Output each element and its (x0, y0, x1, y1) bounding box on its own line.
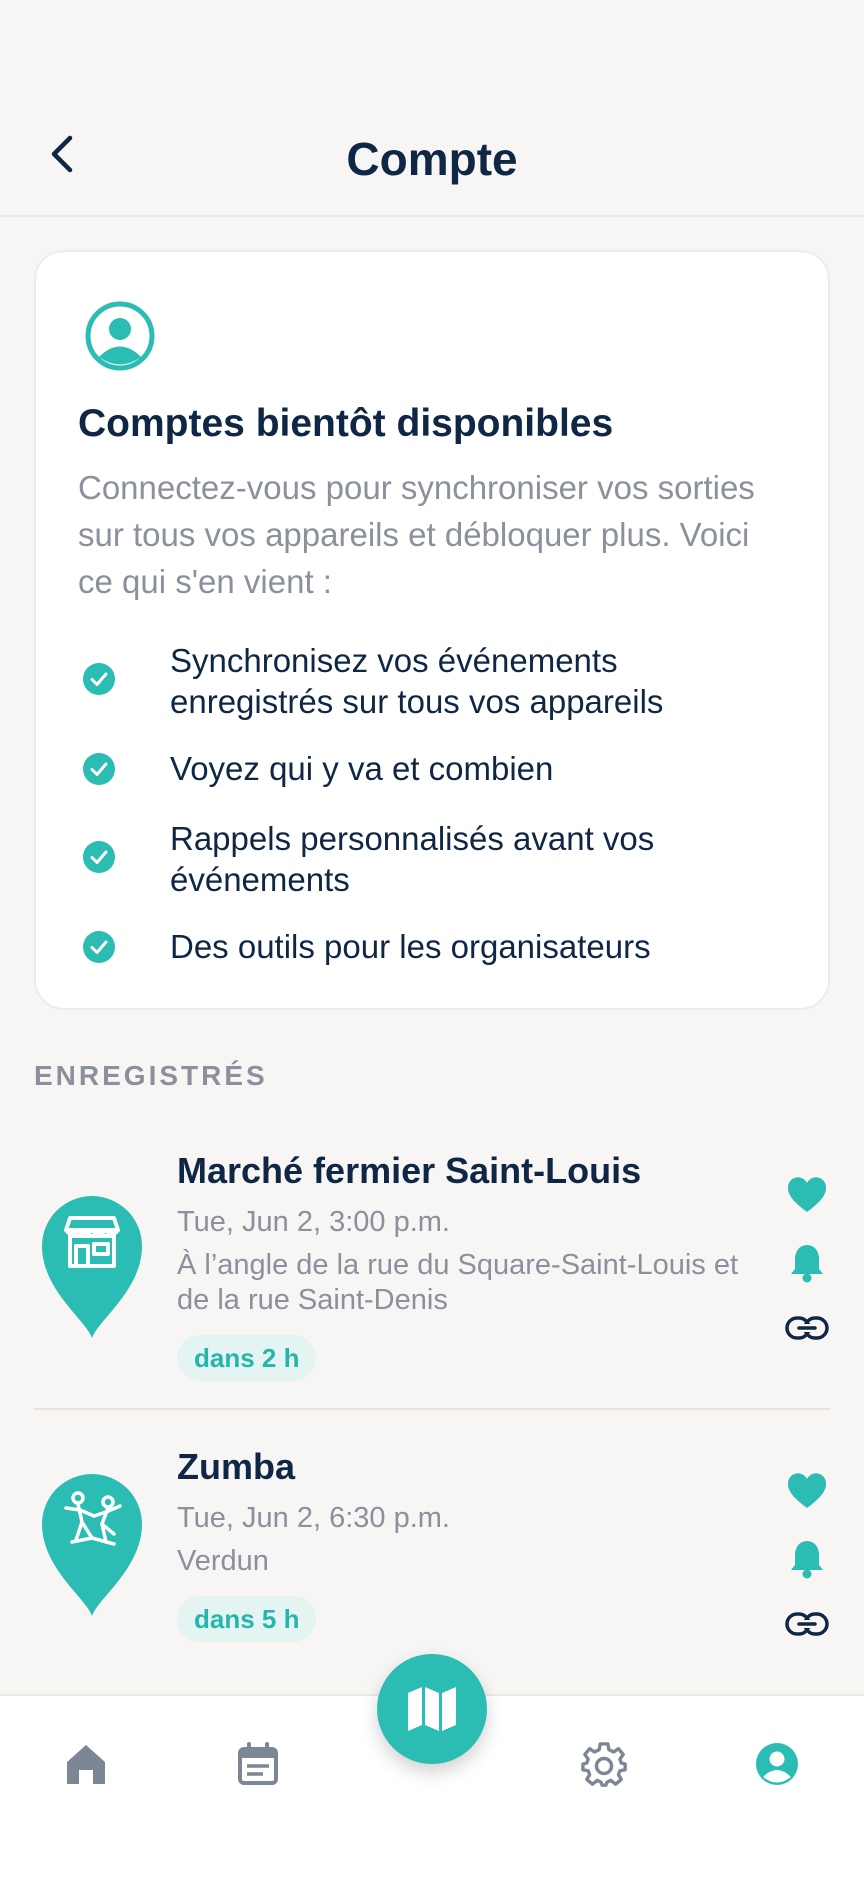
settings-icon (581, 1742, 627, 1787)
event-title: Marché fermier Saint-Louis (177, 1150, 642, 1191)
feature-text: Synchronisez vos événements enregistrés … (170, 642, 664, 720)
heart-icon (787, 1473, 827, 1508)
account-circle-icon (85, 301, 155, 371)
nav-settings[interactable] (574, 1734, 634, 1794)
event-date: Tue, Jun 2, 3:00 p.m. (177, 1206, 450, 1238)
saved-section-label: ENREGISTRÉS (34, 1060, 268, 1091)
saved-event-item[interactable]: Zumba Tue, Jun 2, 6:30 p.m. Verdun dans … (0, 1436, 864, 1666)
link-icon (785, 1316, 829, 1340)
event-date: Tue, Jun 2, 6:30 p.m. (177, 1502, 450, 1534)
nav-home[interactable] (56, 1734, 116, 1794)
top-app-bar: Compte (0, 100, 864, 217)
event-location: Verdun (177, 1545, 269, 1577)
calendar-icon (238, 1742, 278, 1785)
accounts-coming-soon-card: Comptes bientôt disponibles Connectez-vo… (34, 250, 830, 1010)
map-icon (408, 1687, 456, 1731)
heart-icon (787, 1177, 827, 1212)
card-title: Comptes bientôt disponibles (78, 402, 614, 445)
bell-icon (791, 1541, 823, 1579)
link-icon (785, 1612, 829, 1636)
bottom-navigation (0, 1654, 864, 1896)
favorite-button[interactable] (784, 1468, 830, 1514)
check-circle-icon (83, 663, 115, 695)
reminder-button[interactable] (784, 1240, 830, 1286)
account-icon (756, 1743, 798, 1785)
reminder-button[interactable] (784, 1536, 830, 1582)
nav-calendar[interactable] (228, 1734, 288, 1794)
dancers-pin-icon (42, 1474, 142, 1616)
share-link-button[interactable] (784, 1305, 830, 1351)
saved-event-item[interactable]: Marché fermier Saint-Louis Tue, Jun 2, 3… (0, 1140, 864, 1400)
check-circle-icon (83, 753, 115, 785)
nav-account[interactable] (747, 1734, 807, 1794)
feature-text: Voyez qui y va et combien (170, 750, 554, 787)
home-icon (67, 1745, 105, 1784)
feature-text: Des outils pour les organisateurs (170, 928, 651, 965)
feature-text: Rappels personnalisés avant vos événemen… (170, 820, 655, 898)
check-circle-icon (83, 931, 115, 963)
bell-icon (791, 1245, 823, 1283)
page-title: Compte (346, 133, 518, 185)
divider (34, 1408, 830, 1410)
check-circle-icon (83, 841, 115, 873)
storefront-pin-icon (42, 1196, 142, 1338)
share-link-button[interactable] (784, 1601, 830, 1647)
map-button[interactable] (377, 1654, 487, 1764)
card-description: Connectez-vous pour synchroniser vos sor… (78, 469, 755, 600)
favorite-button[interactable] (784, 1172, 830, 1218)
event-title: Zumba (177, 1446, 296, 1487)
time-until-badge: dans 5 h (177, 1596, 317, 1642)
time-until-badge: dans 2 h (177, 1335, 317, 1381)
event-location: À l’angle de la rue du Square-Saint-Loui… (177, 1249, 739, 1316)
